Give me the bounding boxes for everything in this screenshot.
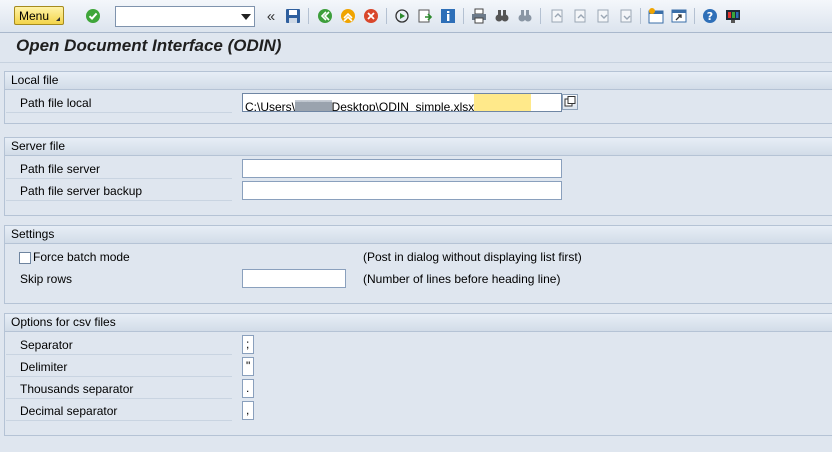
path-file-server-backup-label: Path file server backup — [6, 181, 232, 201]
exit-icon[interactable] — [339, 7, 357, 25]
shortcut-icon[interactable] — [670, 7, 688, 25]
skip-rows-hint: (Number of lines before heading line) — [363, 272, 561, 286]
find-icon[interactable] — [493, 7, 511, 25]
title-bar: Open Document Interface (ODIN) — [0, 33, 832, 63]
info-icon[interactable] — [439, 7, 457, 25]
redacted-segment: ██████ — [295, 100, 333, 111]
path-file-server-backup-input[interactable] — [242, 181, 562, 200]
chevron-down-icon[interactable] — [241, 14, 251, 20]
enter-icon[interactable] — [84, 7, 102, 25]
path-file-local-input[interactable]: C:\Users\██████Desktop\ODIN_simple.xlsx — [242, 93, 562, 112]
force-batch-hint: (Post in dialog without displaying list … — [363, 250, 582, 264]
svg-text:?: ? — [707, 10, 713, 23]
menu-label: Menu — [19, 9, 50, 23]
path-file-server-input[interactable] — [242, 159, 562, 178]
force-batch-label: Force batch mode — [33, 250, 130, 264]
find-next-icon[interactable] — [516, 7, 534, 25]
customize-layout-icon[interactable] — [724, 7, 742, 25]
delimiter-input[interactable]: " — [242, 357, 254, 376]
server-file-group: Server file Path file server Path file s… — [4, 137, 832, 216]
delimiter-label: Delimiter — [6, 357, 232, 377]
separator-label: Separator — [6, 335, 232, 355]
path-file-server-label: Path file server — [6, 159, 232, 179]
decimal-separator-label: Decimal separator — [6, 401, 232, 421]
last-page-icon[interactable] — [616, 7, 634, 25]
path-prefix: C:\Users\ — [243, 99, 296, 111]
group-heading: Server file — [5, 138, 832, 156]
back-double-arrow-icon[interactable]: « — [262, 7, 280, 25]
create-session-icon[interactable] — [647, 7, 665, 25]
command-field[interactable] — [115, 6, 255, 27]
settings-group: Settings Force batch mode (Post in dialo… — [4, 225, 832, 304]
get-variant-icon[interactable] — [416, 7, 434, 25]
skip-rows-label: Skip rows — [20, 272, 73, 286]
next-page-icon[interactable] — [593, 7, 611, 25]
menu-button[interactable]: Menu — [14, 6, 64, 25]
copy-icon — [564, 96, 576, 107]
back-icon[interactable] — [316, 7, 334, 25]
separator-input[interactable]: ; — [242, 335, 254, 354]
application-toolbar: Menu « ? — [0, 0, 832, 33]
csv-options-group: Options for csv files Separator ; Delimi… — [4, 313, 832, 436]
cancel-icon[interactable] — [362, 7, 380, 25]
decimal-separator-input[interactable]: , — [242, 401, 254, 420]
skip-rows-input[interactable] — [242, 269, 346, 288]
first-page-icon[interactable] — [547, 7, 565, 25]
value-help-button[interactable] — [562, 94, 578, 110]
execute-icon[interactable] — [393, 7, 411, 25]
path-file-local-label: Path file local — [6, 93, 232, 113]
group-heading: Settings — [5, 226, 832, 244]
help-icon[interactable]: ? — [701, 7, 719, 25]
save-icon[interactable] — [284, 7, 302, 25]
force-batch-checkbox[interactable] — [19, 252, 31, 264]
local-file-group: Local file Path file local C:\Users\████… — [4, 71, 832, 124]
group-heading: Local file — [5, 72, 832, 90]
print-icon[interactable] — [470, 7, 488, 25]
thousands-separator-label: Thousands separator — [6, 379, 232, 399]
path-suffix: Desktop\ODIN_simple.xlsx — [331, 99, 475, 111]
thousands-separator-input[interactable]: . — [242, 379, 254, 398]
previous-page-icon[interactable] — [570, 7, 588, 25]
page-title: Open Document Interface (ODIN) — [16, 36, 282, 55]
group-heading: Options for csv files — [5, 314, 832, 332]
